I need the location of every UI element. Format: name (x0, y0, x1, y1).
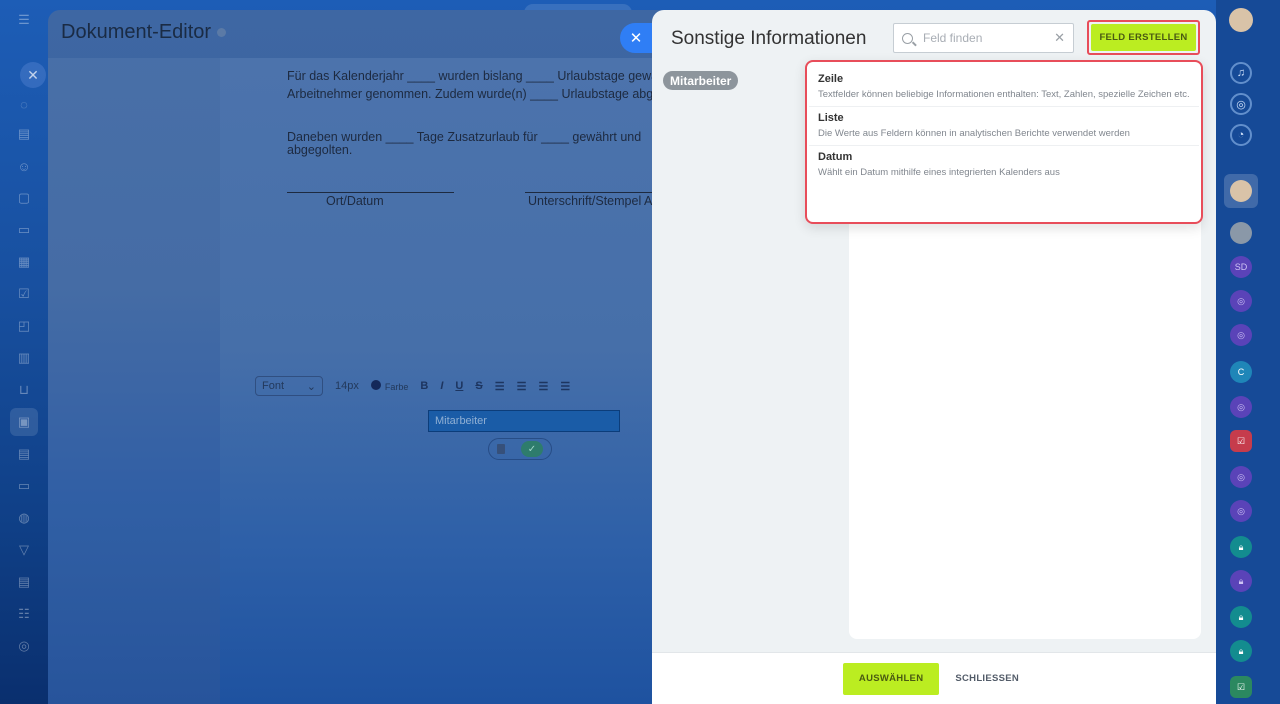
nav-icon[interactable]: ◍ (14, 508, 34, 528)
search-placeholder: Feld finden (923, 31, 983, 45)
filter-icon[interactable]: ▽ (14, 540, 34, 560)
align-justify-icon[interactable]: ☰ (560, 380, 570, 393)
align-center-icon[interactable]: ☰ (517, 380, 527, 393)
lock-icon[interactable]: 🔒︎ (1230, 570, 1252, 592)
contact-avatar[interactable]: SD (1230, 256, 1252, 278)
field-chip[interactable]: Mitarbeiter (428, 410, 620, 432)
copilot-chat-icon[interactable]: ◎ (1230, 466, 1252, 488)
left-navigation: ☰ ✕ ◌ ▤ ☺ ▢ ▭ ▦ ☑ ◰ ▥ ⊔ ▣ ▤ ▭ ◍ ▽ ▤ ☷ ◎ (0, 0, 48, 704)
strike-button[interactable]: S (475, 380, 482, 392)
chat-icon[interactable]: ◰ (14, 316, 34, 336)
editor-sidebar (48, 58, 220, 704)
field-list-area (849, 222, 1201, 639)
nav-icon[interactable]: ▤ (14, 572, 34, 592)
format-toolbar: Font ⌄ 14px Farbe B I U S ☰ ☰ ☰ ☰ (245, 372, 668, 400)
signature-line (525, 192, 668, 193)
menu-item-datum[interactable]: Datum Wählt ein Datum mithilfe eines int… (809, 146, 1199, 184)
lock-icon[interactable]: 🔒︎ (1230, 536, 1252, 558)
chevron-down-icon: ⌄ (306, 380, 316, 393)
menu-item-desc: Textfelder können beliebige Informatione… (818, 89, 1190, 100)
document-icon[interactable]: ▢ (14, 188, 34, 208)
editor-title: Dokument-Editor (61, 21, 227, 44)
menu-item-liste[interactable]: Liste Die Werte aus Feldern können in an… (809, 107, 1199, 146)
nav-icon[interactable]: ▦ (14, 252, 34, 272)
nav-icon[interactable]: ▤ (14, 444, 34, 464)
color-dot-icon (370, 379, 381, 390)
nav-icon[interactable]: ◌ (14, 94, 34, 114)
copilot-chat-icon[interactable]: ◎ (1230, 500, 1252, 522)
analytics-icon[interactable]: ▥ (14, 348, 34, 368)
copilot-chat-icon[interactable]: ◎ (1230, 396, 1252, 418)
panel-title: Sonstige Informationen (671, 28, 867, 49)
underline-button[interactable]: U (455, 380, 463, 392)
menu-item-title: Zeile (818, 73, 844, 85)
doc-line: Arbeitnehmer genommen. Zudem wurde(n) __… (287, 87, 667, 101)
search-icon (902, 32, 913, 44)
menu-item-desc: Wählt ein Datum mithilfe eines integrier… (818, 167, 1060, 178)
lock-icon[interactable]: 🔒︎ (1230, 606, 1252, 628)
search-input[interactable]: Feld finden ✕ (893, 23, 1074, 53)
document-editor: Dokument-Editor Für das Kalenderjahr ___… (48, 10, 668, 704)
contact-avatar[interactable] (1230, 180, 1252, 202)
close-panel-button[interactable]: ✕ (620, 23, 652, 53)
nav-icon[interactable]: ◎ (14, 636, 34, 656)
lock-icon[interactable]: 🔒︎ (1230, 640, 1252, 662)
nav-icon[interactable]: ▤ (14, 124, 34, 144)
menu-item-zeile[interactable]: Zeile Textfelder können beliebige Inform… (809, 68, 1199, 107)
trash-icon[interactable] (497, 444, 505, 454)
sig-label-left: Ort/Datum (326, 194, 384, 208)
category-tag[interactable]: Mitarbeiter (663, 71, 739, 90)
close-icon: ✕ (629, 30, 643, 47)
close-button[interactable]: SCHLIESSEN (949, 663, 1025, 695)
color-picker[interactable]: Farbe (370, 379, 409, 393)
font-size[interactable]: 14px (335, 380, 359, 392)
align-left-icon[interactable]: ☰ (495, 380, 505, 393)
field-actions: ✓ (488, 438, 552, 460)
doc-line: Für das Kalenderjahr ____ wurden bislang… (287, 69, 659, 83)
italic-button[interactable]: I (440, 380, 443, 392)
panel-footer: AUSWÄHLEN SCHLIESSEN (652, 652, 1216, 704)
select-button[interactable]: AUSWÄHLEN (842, 662, 940, 695)
bell-icon[interactable]: ♫ (1230, 62, 1252, 84)
task-icon[interactable]: ☑ (1230, 430, 1252, 452)
menu-icon[interactable]: ☰ (14, 10, 34, 30)
contact-avatar[interactable]: C (1230, 361, 1252, 383)
info-icon[interactable] (217, 28, 227, 37)
contact-avatar[interactable] (1230, 222, 1252, 244)
task-icon[interactable]: ☑ (1230, 676, 1252, 698)
signature-line (287, 192, 454, 193)
contacts-icon[interactable]: ☺ (14, 156, 34, 176)
menu-item-desc: Die Werte aus Feldern können in analytis… (818, 128, 1130, 139)
chat-icon[interactable]: ◔ (1230, 124, 1252, 146)
font-select-value: Font (262, 380, 285, 392)
field-type-menu: Zeile Textfelder können beliebige Inform… (805, 60, 1203, 224)
copilot-chat-icon[interactable]: ◎ (1230, 324, 1252, 346)
editor-title-text: Dokument-Editor (61, 21, 212, 43)
menu-item-title: Datum (818, 151, 853, 163)
close-icon[interactable]: ✕ (20, 62, 46, 88)
bold-button[interactable]: B (420, 380, 428, 392)
font-select[interactable]: Font ⌄ (255, 376, 323, 396)
documents-nav-icon[interactable]: ▣ (10, 408, 38, 436)
tasks-icon[interactable]: ☑ (14, 284, 34, 304)
doc-line: abgegolten. (287, 143, 353, 157)
create-field-button[interactable]: FELD ERSTELLEN (1091, 24, 1196, 51)
menu-item-title: Liste (818, 112, 844, 124)
create-field-highlight: FELD ERSTELLEN (1087, 20, 1200, 55)
copilot-icon[interactable]: ◎ (1230, 93, 1252, 115)
color-label: Farbe (384, 381, 409, 392)
field-chip-label: Mitarbeiter (435, 415, 487, 427)
nav-icon[interactable]: ▭ (14, 220, 34, 240)
user-avatar[interactable] (1229, 8, 1253, 32)
cart-icon[interactable]: ⊔ (14, 380, 34, 400)
align-right-icon[interactable]: ☰ (538, 380, 548, 393)
nav-icon[interactable]: ☷ (14, 604, 34, 624)
nav-icon[interactable]: ▭ (14, 476, 34, 496)
check-icon[interactable]: ✓ (521, 441, 543, 457)
clear-icon[interactable]: ✕ (1054, 30, 1065, 46)
sig-label-right: Unterschrift/Stempel Arb (528, 194, 664, 208)
copilot-chat-icon[interactable]: ◎ (1230, 290, 1252, 312)
